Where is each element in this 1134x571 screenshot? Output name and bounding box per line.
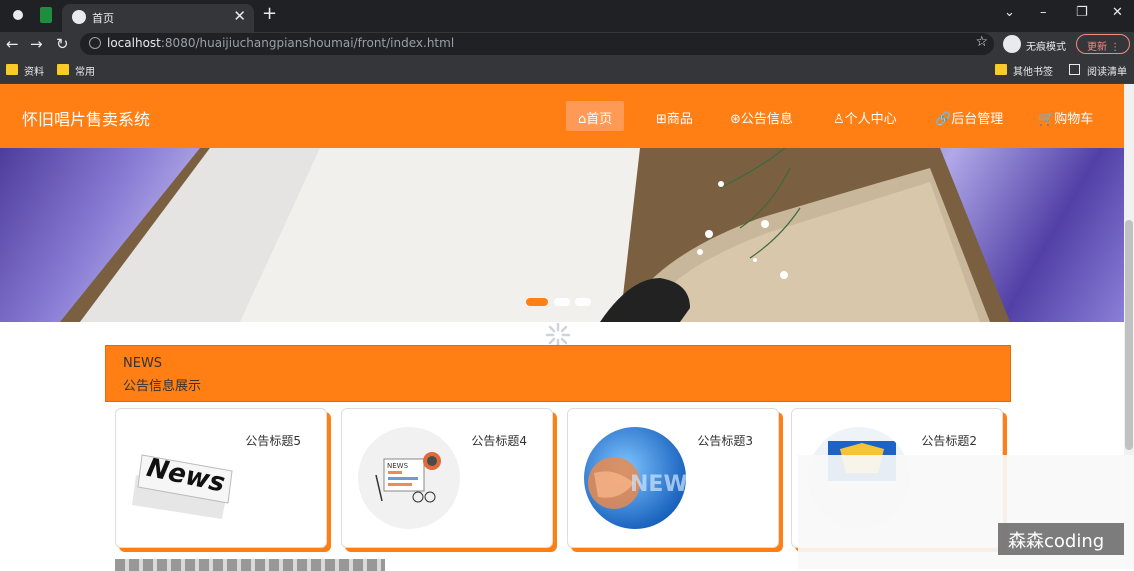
news-globe-image: NEW xyxy=(584,427,686,529)
scrollbar-thumb[interactable] xyxy=(1125,220,1133,450)
carousel-dot-1[interactable] xyxy=(526,298,548,306)
news-header-en: NEWS xyxy=(123,356,163,371)
announcement-icon: ⊛ xyxy=(730,112,741,127)
news-newspaper-image: News xyxy=(132,427,234,529)
other-bookmarks[interactable]: 其他书签 xyxy=(1013,63,1053,78)
news-card-title[interactable]: 公告标题2 xyxy=(921,432,977,449)
info-icon[interactable] xyxy=(89,37,101,49)
minimize-icon[interactable]: – xyxy=(1040,5,1047,20)
update-button[interactable]: 更新 ⋮ xyxy=(1076,34,1130,54)
site-header: 怀旧唱片售卖系统 ⌂首页 ⊞商品 ⊛公告信息 ♙个人中心 🔗后台管理 🛒购物车 xyxy=(0,84,1124,148)
news-section-header: NEWS 公告信息展示 xyxy=(105,345,1011,402)
folder-icon xyxy=(6,64,18,75)
site-brand[interactable]: 怀旧唱片售卖系统 xyxy=(22,106,150,130)
reload-icon[interactable]: ↻ xyxy=(56,35,69,53)
news-illustration-image: NEWS xyxy=(358,427,460,529)
nav-admin[interactable]: 🔗后台管理 xyxy=(923,101,1015,131)
bookmark-folder-ziliao[interactable]: 资料 xyxy=(24,63,44,78)
bookmark-star-icon[interactable]: ☆ xyxy=(975,34,988,50)
grid-icon: ⊞ xyxy=(656,112,667,127)
reading-list-icon[interactable] xyxy=(1069,64,1080,75)
back-icon[interactable]: ← xyxy=(6,35,19,53)
folder-icon xyxy=(995,64,1007,75)
carousel-dot-3[interactable] xyxy=(575,298,591,306)
nav-profile[interactable]: ♙个人中心 xyxy=(821,101,909,131)
news-header-cn: 公告信息展示 xyxy=(123,379,202,394)
tab-title: 首页 xyxy=(92,12,114,25)
news-card[interactable]: NEWS 公告标题4 xyxy=(341,408,553,548)
active-tab[interactable]: 首页 ✕ xyxy=(62,4,254,32)
chevron-down-icon[interactable]: ⌄ xyxy=(1004,5,1015,20)
incognito-label: 无痕模式 xyxy=(1026,42,1066,53)
incognito-icon[interactable] xyxy=(1003,35,1021,53)
address-bar: ← → ↻ localhost:8080/huaijiuchangpiansho… xyxy=(0,32,1134,56)
globe-icon xyxy=(72,10,86,24)
open-book-image xyxy=(60,148,1010,322)
carousel-dot-2[interactable] xyxy=(554,298,570,306)
svg-text:NEWS: NEWS xyxy=(387,462,409,470)
folder-icon xyxy=(57,64,69,75)
svg-text:NEW: NEW xyxy=(630,472,686,497)
next-section-heading-partial xyxy=(115,559,385,571)
cart-icon: 🛒 xyxy=(1038,112,1055,127)
close-tab-icon[interactable]: ✕ xyxy=(233,7,246,25)
link-icon: 🔗 xyxy=(935,112,952,127)
nav-home[interactable]: ⌂首页 xyxy=(566,101,625,131)
user-icon: ♙ xyxy=(833,112,845,127)
bookmarks-bar: 资料 常用 其他书签 阅读清单 xyxy=(0,56,1134,84)
bookmark-folder-changyong[interactable]: 常用 xyxy=(75,63,95,78)
nav-cart[interactable]: 🛒购物车 xyxy=(1026,101,1105,131)
news-card-title[interactable]: 公告标题5 xyxy=(245,432,301,449)
forward-icon[interactable]: → xyxy=(30,35,43,53)
new-tab-icon[interactable]: + xyxy=(262,3,277,24)
close-window-icon[interactable]: ✕ xyxy=(1112,5,1123,20)
sheets-tab-icon[interactable] xyxy=(40,7,52,23)
hero-carousel[interactable] xyxy=(0,148,1124,322)
news-card[interactable]: News 公告标题5 xyxy=(115,408,327,548)
nav-announcements[interactable]: ⊛公告信息 xyxy=(718,101,805,131)
browser-tab-bar: 首页 ✕ + ⌄ – ❐ ✕ xyxy=(0,0,1134,32)
news-card[interactable]: NEW 公告标题3 xyxy=(567,408,779,548)
nav-products[interactable]: ⊞商品 xyxy=(644,101,705,131)
reading-list[interactable]: 阅读清单 xyxy=(1087,63,1127,78)
news-card-title[interactable]: 公告标题3 xyxy=(697,432,753,449)
globe-icon[interactable] xyxy=(10,7,26,23)
url-text[interactable]: localhost:8080/huaijiuchangpianshoumai/f… xyxy=(107,36,454,50)
watermark: 森森coding xyxy=(998,523,1124,555)
restore-icon[interactable]: ❐ xyxy=(1076,5,1088,20)
news-card-title[interactable]: 公告标题4 xyxy=(471,432,527,449)
omnibox[interactable]: localhost:8080/huaijiuchangpianshoumai/f… xyxy=(80,33,994,55)
